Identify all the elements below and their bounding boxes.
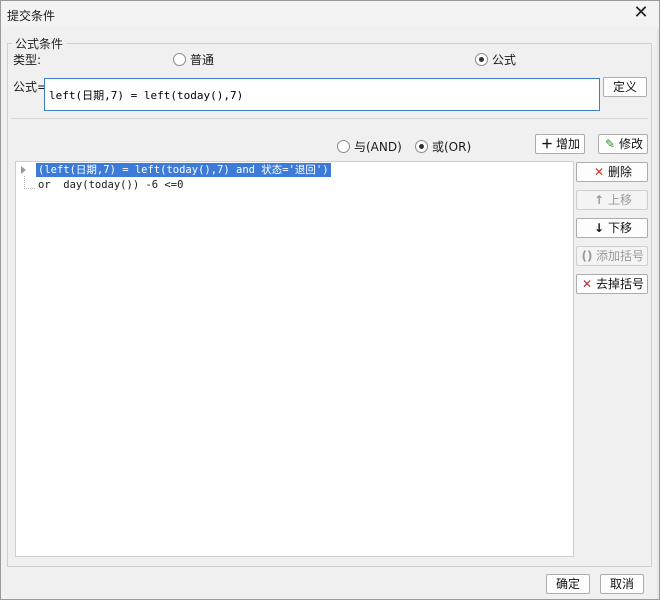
type-label: 类型:: [13, 53, 42, 67]
cancel-button[interactable]: 取消: [600, 574, 644, 594]
edit-icon: ✎: [604, 137, 616, 151]
add-condition-button[interactable]: ＋增加: [535, 134, 585, 154]
arrow-down-icon: ↓: [593, 221, 605, 235]
modify-condition-button[interactable]: ✎ 修改: [598, 134, 648, 154]
group-legend: 公式条件: [15, 37, 64, 51]
add-condition-label: 增加: [555, 137, 580, 151]
condition-row[interactable]: or day(today()) -6 <=0: [36, 178, 185, 192]
title-bar: 提交条件 ✕: [1, 1, 659, 27]
delete-label: 删除: [607, 165, 632, 179]
radio-icon[interactable]: [173, 53, 186, 66]
move-down-label: 下移: [607, 221, 632, 235]
logic-or-radio[interactable]: 或(OR): [415, 138, 471, 155]
radio-checked-icon[interactable]: [415, 140, 428, 153]
modify-condition-label: 修改: [618, 137, 643, 151]
add-parentheses-label: 添加括号: [595, 249, 644, 263]
logic-and-label: 与(AND): [354, 140, 402, 154]
tree-connector: [24, 176, 35, 189]
move-up-button[interactable]: ↑ 上移: [576, 190, 648, 210]
remove-parentheses-button[interactable]: ✕ 去掉括号: [576, 274, 648, 294]
separator: [11, 118, 648, 119]
arrow-up-icon: ↑: [593, 193, 605, 207]
formula-label: 公式=: [13, 80, 48, 94]
radio-checked-icon[interactable]: [475, 53, 488, 66]
add-parentheses-button[interactable]: () 添加括号: [576, 246, 648, 266]
radio-icon[interactable]: [337, 140, 350, 153]
parentheses-icon: (): [581, 249, 593, 263]
condition-row[interactable]: (left(日期,7) = left(today(),7) and 状态='退回…: [36, 163, 331, 177]
type-formula-radio[interactable]: 公式: [475, 51, 516, 68]
logic-and-radio[interactable]: 与(AND): [337, 138, 402, 155]
move-up-label: 上移: [607, 193, 632, 207]
logic-or-label: 或(OR): [432, 140, 472, 154]
remove-parentheses-icon: ✕: [581, 277, 593, 291]
window-edge: [657, 29, 659, 599]
type-normal-radio[interactable]: 普通: [173, 51, 214, 68]
condition-tree[interactable]: (left(日期,7) = left(today(),7) and 状态='退回…: [15, 161, 574, 557]
plus-icon: ＋: [540, 137, 553, 151]
delete-button[interactable]: ✕ 删除: [576, 162, 648, 182]
submit-condition-dialog: 提交条件 ✕ 公式条件 类型: 普通 公式 公式= 定义 与(AND) 或(OR…: [0, 0, 660, 600]
x-icon: ✕: [593, 165, 605, 179]
remove-parentheses-label: 去掉括号: [595, 277, 644, 291]
type-formula-label: 公式: [492, 53, 517, 67]
formula-input[interactable]: [44, 78, 600, 111]
move-down-button[interactable]: ↓ 下移: [576, 218, 648, 238]
expand-arrow-icon[interactable]: [21, 166, 26, 174]
dialog-title: 提交条件: [7, 9, 56, 23]
define-button[interactable]: 定义: [603, 77, 647, 97]
close-icon[interactable]: ✕: [631, 3, 651, 23]
type-normal-label: 普通: [190, 53, 215, 67]
ok-button[interactable]: 确定: [546, 574, 590, 594]
